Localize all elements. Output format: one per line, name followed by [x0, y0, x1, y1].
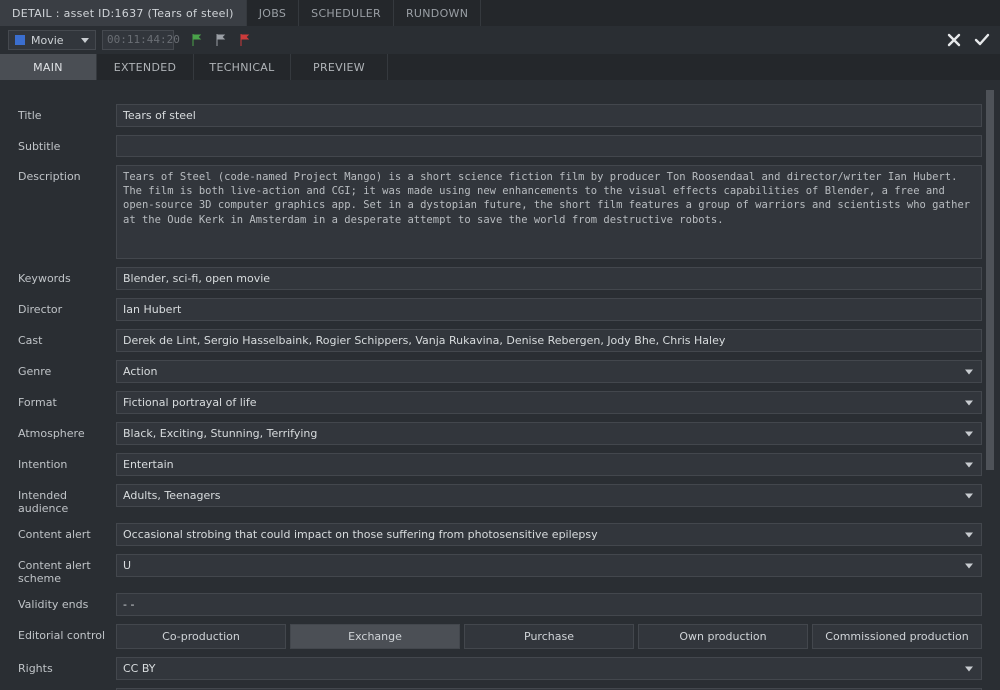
- genre-select[interactable]: Action: [116, 360, 982, 383]
- label-genre: Genre: [18, 360, 116, 378]
- label-cast: Cast: [18, 329, 116, 347]
- atmosphere-value: Black, Exciting, Stunning, Terrifying: [123, 427, 317, 440]
- label-editorial-control: Editorial control: [18, 624, 116, 642]
- label-director: Director: [18, 298, 116, 316]
- tab-preview[interactable]: PREVIEW: [291, 54, 388, 80]
- chevron-down-icon: [965, 462, 973, 467]
- chevron-down-icon: [965, 666, 973, 671]
- label-content-alert: Content alert: [18, 523, 116, 541]
- rights-value: CC BY: [123, 662, 156, 675]
- tab-scheduler[interactable]: SCHEDULER: [299, 0, 394, 26]
- asset-type-label: Movie: [31, 34, 64, 47]
- scrollbar-thumb[interactable]: [986, 90, 994, 470]
- tab-extended[interactable]: EXTENDED: [97, 54, 194, 80]
- director-input[interactable]: Ian Hubert: [116, 298, 982, 321]
- form-scroll-area[interactable]: Title Tears of steel Subtitle Descriptio…: [0, 80, 984, 690]
- chevron-down-icon: [965, 532, 973, 537]
- flag-gray-icon[interactable]: [214, 33, 228, 47]
- toolbar: Movie 00:11:44:20: [0, 26, 1000, 54]
- content-alert-value: Occasional strobing that could impact on…: [123, 528, 598, 541]
- chevron-down-icon: [965, 400, 973, 405]
- flag-red-icon[interactable]: [238, 33, 252, 47]
- title-input[interactable]: Tears of steel: [116, 104, 982, 127]
- validity-ends-input[interactable]: - -: [116, 593, 982, 616]
- chevron-down-icon: [965, 493, 973, 498]
- rights-select[interactable]: CC BY: [116, 657, 982, 680]
- editorial-control-buttons: Co-production Exchange Purchase Own prod…: [116, 624, 982, 649]
- intention-value: Entertain: [123, 458, 174, 471]
- label-keywords: Keywords: [18, 267, 116, 285]
- label-validity-ends: Validity ends: [18, 593, 116, 611]
- tab-detail[interactable]: DETAIL : asset ID:1637 (Tears of steel): [0, 0, 247, 26]
- format-value: Fictional portrayal of life: [123, 396, 256, 409]
- atmosphere-select[interactable]: Black, Exciting, Stunning, Terrifying: [116, 422, 982, 445]
- chevron-down-icon: [965, 369, 973, 374]
- label-description: Description: [18, 165, 116, 183]
- content-alert-select[interactable]: Occasional strobing that could impact on…: [116, 523, 982, 546]
- timecode-input[interactable]: 00:11:44:20: [102, 30, 174, 50]
- intended-audience-select[interactable]: Adults, Teenagers: [116, 484, 982, 507]
- label-intended-audience: Intended audience: [18, 484, 116, 515]
- flag-green-icon[interactable]: [190, 33, 204, 47]
- close-icon[interactable]: [946, 32, 962, 48]
- top-tab-bar: DETAIL : asset ID:1637 (Tears of steel) …: [0, 0, 1000, 26]
- sub-tab-bar: MAIN EXTENDED TECHNICAL PREVIEW: [0, 54, 1000, 80]
- format-select[interactable]: Fictional portrayal of life: [116, 391, 982, 414]
- content-alert-scheme-value: U: [123, 559, 131, 572]
- label-content-alert-scheme: Content alert scheme: [18, 554, 116, 585]
- intended-audience-value: Adults, Teenagers: [123, 489, 220, 502]
- label-intention: Intention: [18, 453, 116, 471]
- tab-rundown[interactable]: RUNDOWN: [394, 0, 481, 26]
- label-subtitle: Subtitle: [18, 135, 116, 153]
- editorial-purchase-button[interactable]: Purchase: [464, 624, 634, 649]
- description-textarea[interactable]: Tears of Steel (code-named Project Mango…: [116, 165, 982, 259]
- keywords-input[interactable]: Blender, sci-fi, open movie: [116, 267, 982, 290]
- label-format: Format: [18, 391, 116, 409]
- label-atmosphere: Atmosphere: [18, 422, 116, 440]
- chevron-down-icon: [81, 38, 89, 43]
- type-color-swatch: [15, 35, 25, 45]
- editorial-own-production-button[interactable]: Own production: [638, 624, 808, 649]
- content-alert-scheme-select[interactable]: U: [116, 554, 982, 577]
- accept-icon[interactable]: [974, 32, 990, 48]
- tab-main[interactable]: MAIN: [0, 54, 97, 80]
- cast-input[interactable]: Derek de Lint, Sergio Hasselbaink, Rogie…: [116, 329, 982, 352]
- label-title: Title: [18, 104, 116, 122]
- editorial-exchange-button[interactable]: Exchange: [290, 624, 460, 649]
- editorial-co-production-button[interactable]: Co-production: [116, 624, 286, 649]
- label-rights: Rights: [18, 657, 116, 675]
- intention-select[interactable]: Entertain: [116, 453, 982, 476]
- tab-jobs[interactable]: JOBS: [247, 0, 299, 26]
- subtitle-input[interactable]: [116, 135, 982, 157]
- editorial-commissioned-production-button[interactable]: Commissioned production: [812, 624, 982, 649]
- chevron-down-icon: [965, 431, 973, 436]
- genre-value: Action: [123, 365, 157, 378]
- flag-icons: [190, 33, 252, 47]
- tab-technical[interactable]: TECHNICAL: [194, 54, 291, 80]
- asset-type-select[interactable]: Movie: [8, 30, 96, 50]
- chevron-down-icon: [965, 563, 973, 568]
